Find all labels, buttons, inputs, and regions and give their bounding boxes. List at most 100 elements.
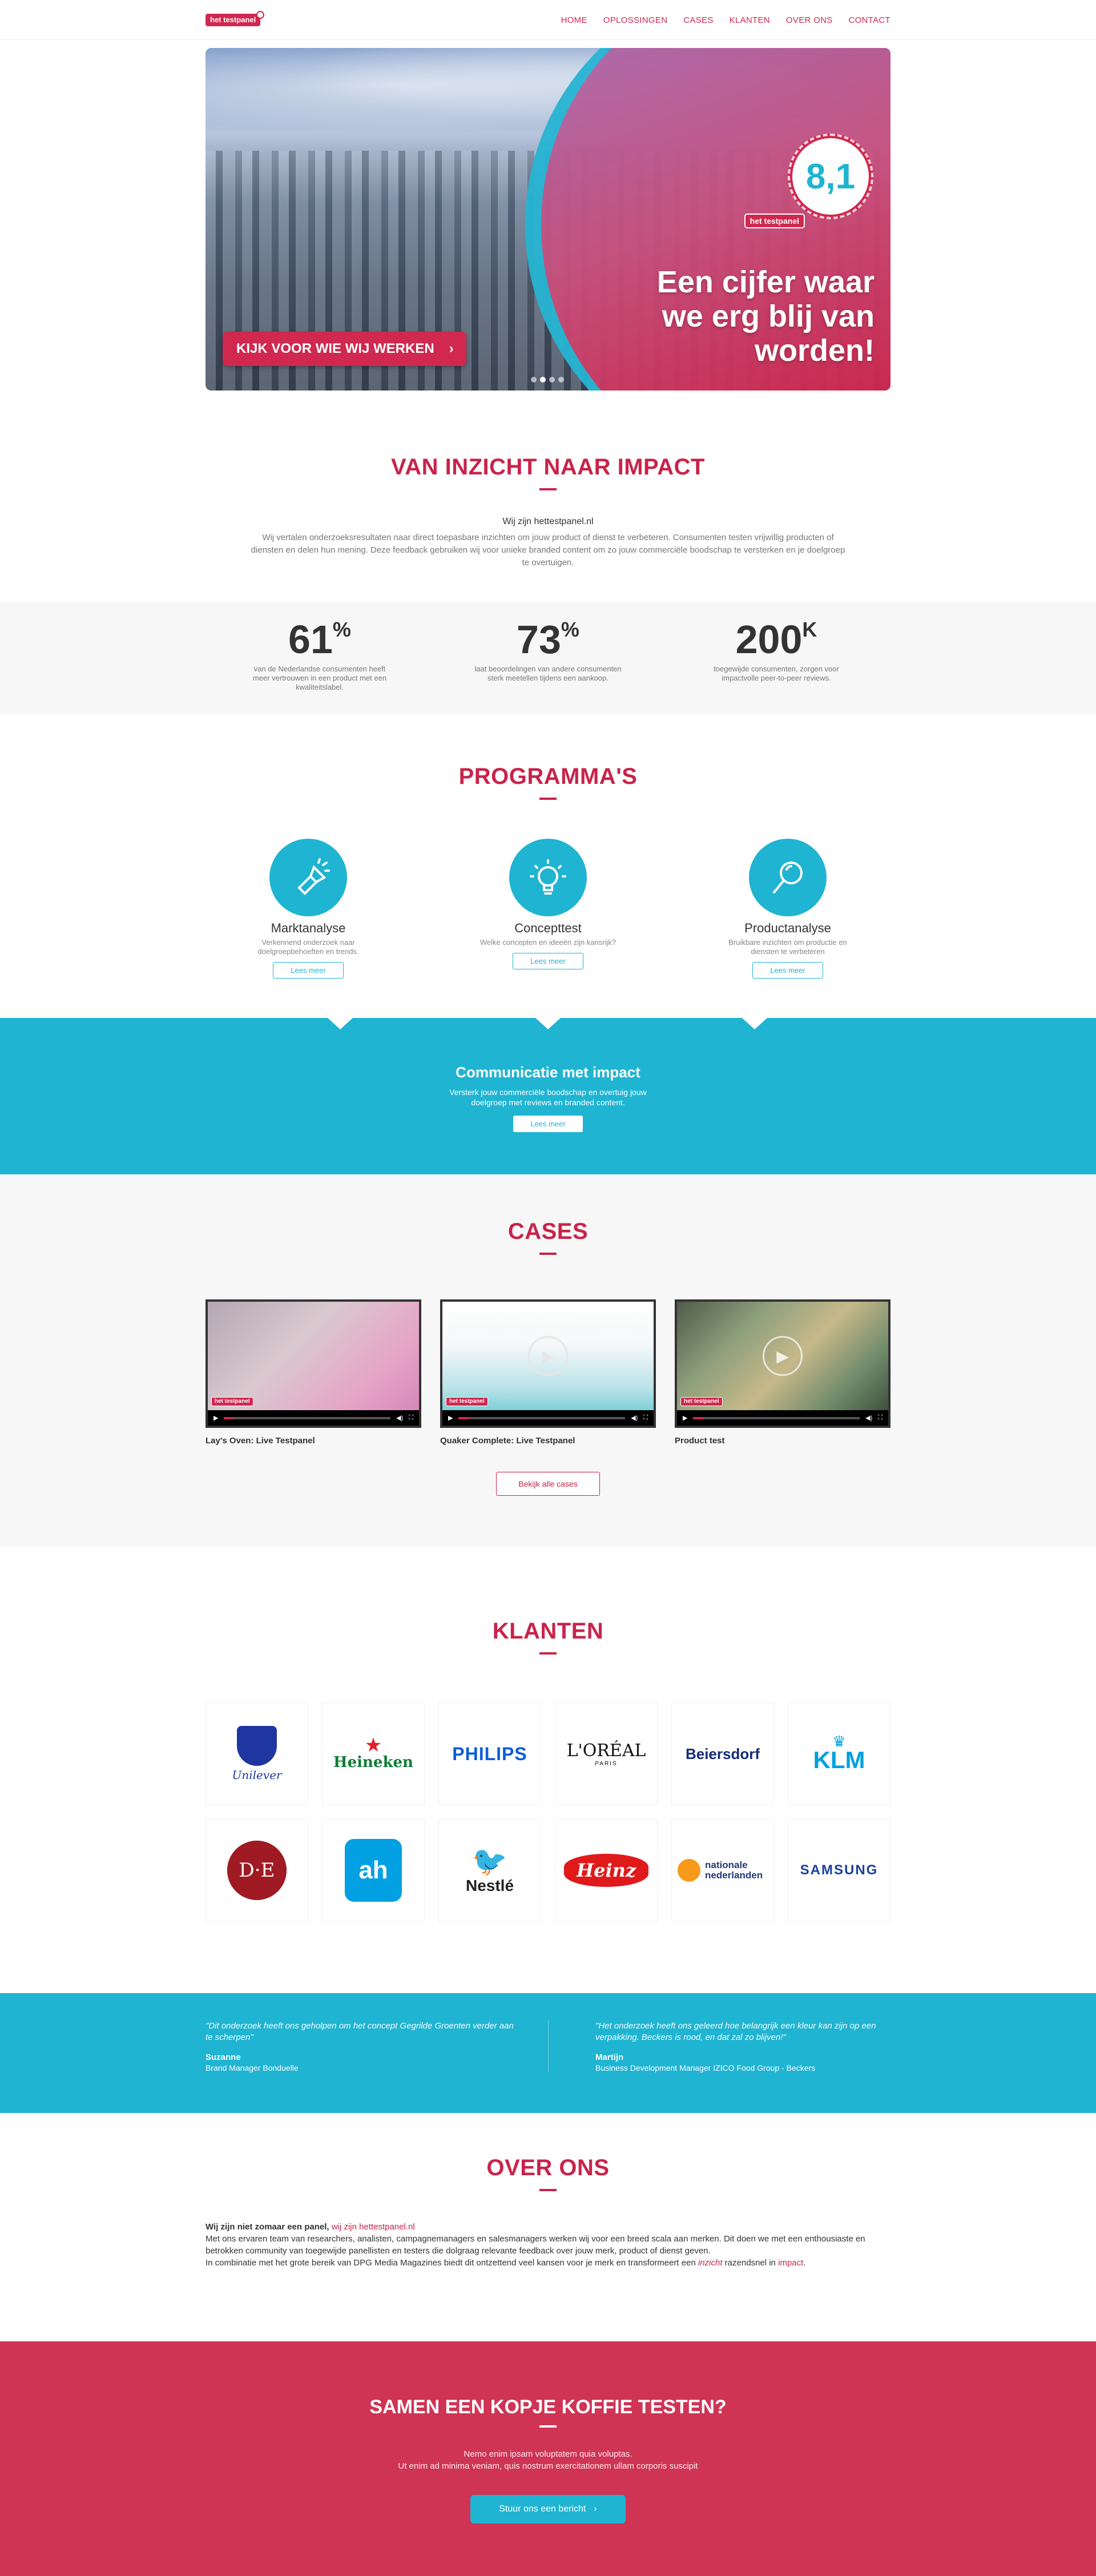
site-logo[interactable]: het testpanel [206,11,265,26]
play-circle-icon[interactable]: ▶ [763,1336,803,1376]
about-inzicht: inzicht [698,2258,723,2268]
hero-tagline: Een cijfer waar we erg blij van worden! [656,265,875,368]
program-desc: Welke concepten en ideeën zijn kansrijk? [480,938,616,947]
program-title: Productanalyse [744,921,831,935]
send-message-button[interactable]: Stuur ons een bericht › [470,2495,626,2523]
communication-section: Communicatie met impact Versterk jouw co… [0,1018,1096,1174]
title-underline [539,1253,557,1255]
section-notch [535,1018,561,1029]
testimonial: "Dit onderzoek heeft ons geholpen om het… [206,2020,548,2072]
program-read-more-button[interactable]: Lees meer [513,953,583,969]
stats-section: 61% van de Nederlandse consumenten heeft… [0,602,1096,714]
hero-cta-button[interactable]: KIJK VOOR WIE WIJ WERKEN › [223,332,466,366]
intro-section: VAN INZICHT NAAR IMPACT Wij zijn hettest… [0,391,1096,602]
about-line-1: Met ons ervaren team van researchers, an… [206,2234,865,2256]
client-logo-philips: PHILIPS [438,1702,541,1805]
video-thumbnail [208,1302,419,1410]
about-line-2: In combinatie met het grote bereik van D… [206,2258,696,2268]
nav-contact[interactable]: CONTACT [849,15,890,25]
title-underline [539,1652,557,1655]
stat-number: 61 [288,617,333,662]
about-link[interactable]: wij zijn hettestpanel.nl [332,2222,415,2232]
testimonials-section: "Dit onderzoek heeft ons geholpen om het… [0,1993,1096,2113]
program-desc: Bruikbare inzichten om productie en dien… [728,938,847,956]
slider-dots [531,377,564,383]
chevron-right-icon: › [449,341,454,356]
play-icon[interactable]: ▶ [213,1414,218,1422]
client-logo-beiersdorf: Beiersdorf [671,1702,774,1805]
slider-dot[interactable] [549,377,555,383]
nav-klanten[interactable]: KLANTEN [730,15,770,25]
contact-desc-2: Ut enim ad minima veniam, quis nostrum e… [398,2461,698,2471]
video-player[interactable]: ▶ het testpanel ▶ ◀) ⛶ [440,1299,656,1428]
program-read-more-button[interactable]: Lees meer [273,962,344,979]
case-card: ▶ het testpanel ▶ ◀) ⛶ Product test [675,1299,890,1446]
testimonial-role: Business Development Manager IZICO Food … [595,2063,816,2072]
case-title[interactable]: Lay's Oven: Live Testpanel [206,1436,421,1446]
play-icon[interactable]: ▶ [448,1414,453,1422]
programs-section: PROGRAMMA'S Marktanalyse Verkennend onde… [0,714,1096,1018]
volume-icon[interactable]: ◀) [631,1414,638,1422]
video-progress[interactable] [224,1416,391,1419]
about-title: OVER ONS [486,2155,610,2180]
video-controls: ▶ ◀) ⛶ [442,1410,654,1426]
send-message-label: Stuur ons een bericht [499,2504,586,2514]
nav-oplossingen[interactable]: OPLOSSINGEN [603,15,668,25]
communication-read-more-button[interactable]: Lees meer [513,1116,583,1132]
video-progress[interactable] [693,1416,860,1419]
program-title: Concepttest [514,921,582,935]
video-watermark: het testpanel [680,1397,723,1406]
clients-section: KLANTEN Unilever ★ Heineken PHILIPS L'OR… [0,1547,1096,1993]
case-title[interactable]: Product test [675,1436,890,1446]
about-text: Wij zijn niet zomaar een panel, wij zijn… [206,2221,890,2269]
cases-section: CASES het testpanel ▶ ◀) ⛶ Lay's Oven: L… [0,1174,1096,1547]
case-title[interactable]: Quaker Complete: Live Testpanel [440,1436,656,1446]
testimonial-name: Suzanne [206,2052,241,2062]
site-header: het testpanel HOME OPLOSSINGEN CASES KLA… [0,0,1096,40]
client-logo-unilever: Unilever [206,1702,308,1805]
logo-text: het testpanel [210,15,256,24]
video-player[interactable]: ▶ het testpanel ▶ ◀) ⛶ [675,1299,890,1428]
testimonial-quote: "Het onderzoek heeft ons geleerd hoe bel… [595,2021,876,2042]
title-underline [539,2425,557,2428]
volume-icon[interactable]: ◀) [396,1414,403,1422]
title-underline [539,798,557,800]
lightbulb-icon [509,839,587,916]
program-read-more-button[interactable]: Lees meer [752,962,823,979]
program-title: Marktanalyse [271,921,346,935]
stat-text: van de Nederlandse consumenten heeft mee… [252,665,387,691]
stat-item: 73% laat beoordelingen van andere consum… [474,617,622,692]
intro-lead: Wij zijn hettestpanel.nl [502,517,594,526]
about-line-2b: razendsnel in [724,2258,776,2268]
slider-dot[interactable] [531,377,537,383]
communication-desc: Versterk jouw commerciële boodschap en o… [449,1088,647,1107]
stat-number: 200 [735,617,803,662]
video-progress[interactable] [458,1416,626,1419]
video-player[interactable]: het testpanel ▶ ◀) ⛶ [206,1299,421,1428]
stat-suffix: % [332,618,351,641]
nav-cases[interactable]: CASES [683,15,713,25]
slider-dot-active[interactable] [540,377,546,383]
slider-dot[interactable] [558,377,564,383]
play-circle-icon[interactable]: ▶ [528,1336,568,1376]
play-icon[interactable]: ▶ [683,1414,687,1422]
video-watermark: het testpanel [211,1397,253,1406]
nav-over-ons[interactable]: OVER ONS [786,15,833,25]
client-logo-nestle: 🐦 Nestlé [438,1819,541,1922]
program-card: Marktanalyse Verkennend onderzoek naar d… [234,839,382,979]
title-underline [539,488,557,490]
stat-text: toegewijde consumenten, zorgen voor impa… [714,665,839,682]
communication-title: Communicatie met impact [456,1064,640,1081]
volume-icon[interactable]: ◀) [865,1414,872,1422]
program-desc: Verkennend onderzoek naar doelgroepbehoe… [257,938,359,956]
program-card: Concepttest Welke concepten en ideeën zi… [474,839,622,979]
clients-title: KLANTEN [492,1619,604,1644]
fullscreen-icon[interactable]: ⛶ [643,1414,648,1422]
rating-badge: 8,1 [788,134,873,219]
testimonial: "Het onderzoek heeft ons geleerd hoe bel… [548,2020,890,2072]
fullscreen-icon[interactable]: ⛶ [409,1414,413,1422]
all-cases-button[interactable]: Bekijk alle cases [496,1472,600,1496]
nav-home[interactable]: HOME [561,15,587,25]
fullscreen-icon[interactable]: ⛶ [878,1414,883,1422]
client-logo-klm: ♛ KLM [788,1702,890,1805]
